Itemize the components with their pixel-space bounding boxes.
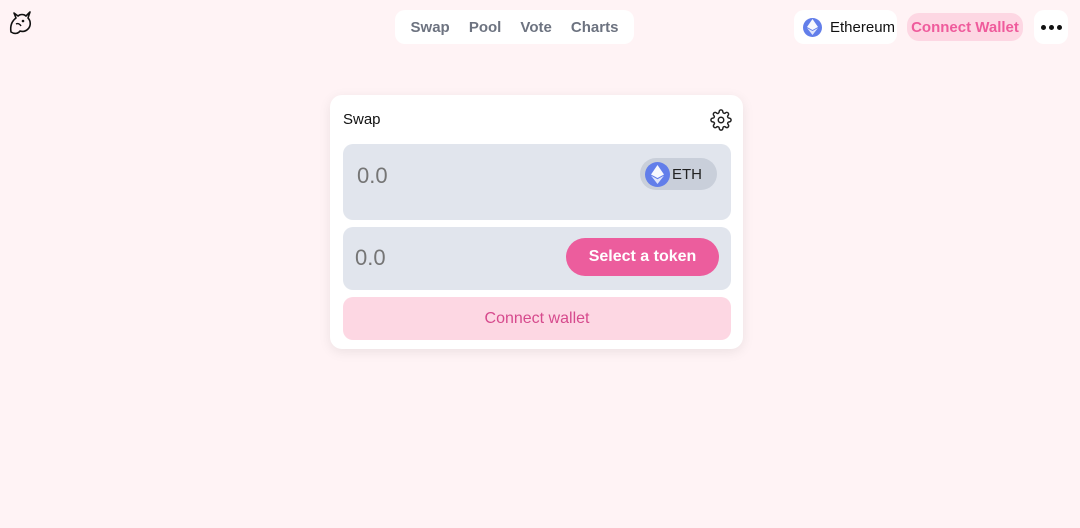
select-token-button[interactable]: Select a token: [566, 238, 719, 276]
ellipsis-icon-dot: [1048, 24, 1054, 30]
from-token-selector[interactable]: ETH: [640, 158, 717, 190]
app-root: Swap Pool Vote Charts Ethereum Connect W…: [0, 0, 1080, 528]
ellipsis-icon-dot: [1056, 24, 1062, 30]
ethereum-icon: [803, 17, 822, 37]
nav-charts[interactable]: Charts: [567, 15, 623, 40]
swap-card-title: Swap: [343, 111, 381, 128]
swap-input-from: ETH: [343, 144, 731, 220]
network-selector[interactable]: Ethereum: [794, 10, 897, 44]
from-token-label: ETH: [672, 165, 702, 183]
unicorn-logo-icon[interactable]: [7, 10, 33, 36]
network-label: Ethereum: [830, 18, 896, 36]
nav-pool[interactable]: Pool: [465, 15, 506, 40]
nav-vote[interactable]: Vote: [516, 15, 555, 40]
more-menu-button[interactable]: [1034, 10, 1068, 44]
to-amount-input[interactable]: [355, 245, 555, 271]
ellipsis-icon: [1040, 24, 1046, 30]
gear-icon[interactable]: [710, 109, 732, 131]
header-connect-wallet-button[interactable]: Connect Wallet: [907, 13, 1023, 41]
from-amount-input[interactable]: [357, 163, 557, 189]
nav-swap[interactable]: Swap: [407, 15, 454, 40]
main-nav: Swap Pool Vote Charts: [395, 10, 634, 44]
swap-input-to: Select a token: [343, 227, 731, 290]
swap-card: Swap ETH Select a toke: [330, 95, 743, 349]
ethereum-icon: [645, 161, 670, 187]
connect-wallet-button[interactable]: Connect wallet: [343, 297, 731, 340]
